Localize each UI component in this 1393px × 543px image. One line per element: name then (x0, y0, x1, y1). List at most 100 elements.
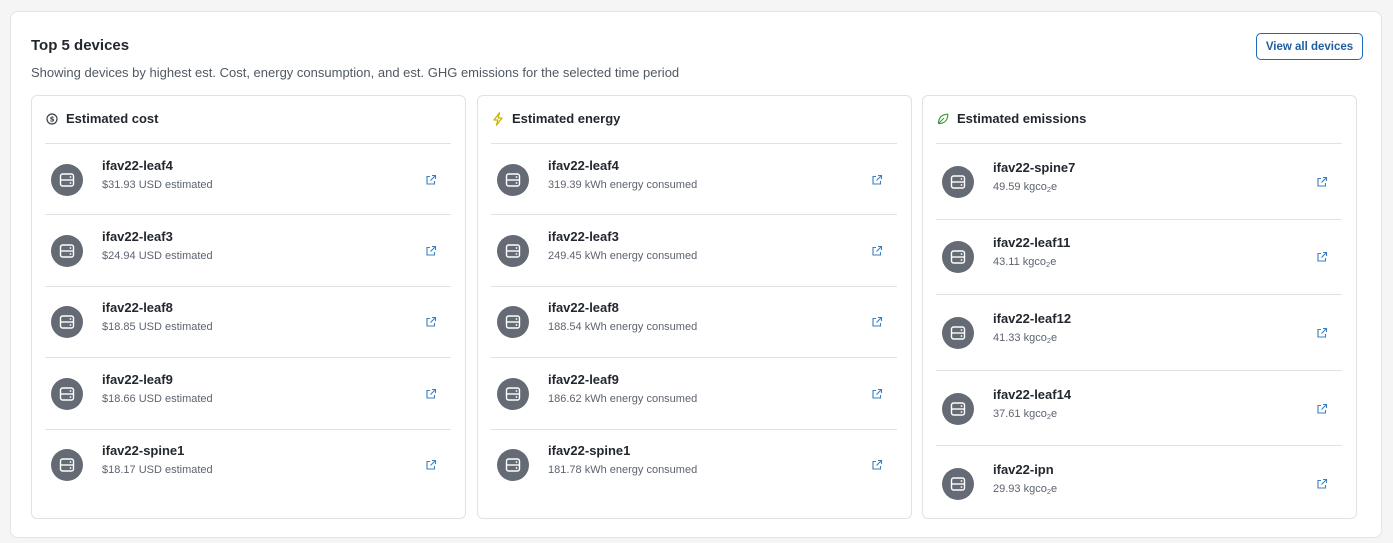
device-metric: $24.94 USD estimated (102, 250, 213, 263)
device-row: ifav22-leaf9 186.62 kWh energy consumed (491, 358, 897, 430)
unit-prefix: kgco (1022, 256, 1047, 269)
device-icon (51, 449, 83, 482)
external-link-icon[interactable] (870, 315, 884, 329)
device-icon (497, 163, 529, 196)
device-name: ifav22-leaf14 (993, 386, 1072, 402)
device-row: ifav22-spine1 181.78 kWh energy consumed (491, 430, 897, 501)
external-link-icon[interactable] (870, 244, 884, 258)
device-row: ifav22-ipn 29.93 kgco2e (936, 446, 1342, 522)
device-row: ifav22-leaf3 $24.94 USD estimated (45, 215, 451, 287)
external-link-icon[interactable] (424, 315, 438, 329)
device-name: ifav22-spine1 (548, 443, 631, 459)
device-row: ifav22-leaf8 188.54 kWh energy consumed (491, 287, 897, 359)
unit-suffix: e (1051, 483, 1058, 496)
device-name: ifav22-ipn (993, 462, 1054, 478)
unit-prefix: kgco (1023, 483, 1047, 496)
device-list: ifav22-leaf4 $31.93 USD estimated ifav22-l… (45, 144, 451, 501)
device-name: ifav22-leaf4 (102, 157, 173, 173)
external-link-icon[interactable] (1315, 326, 1329, 340)
emission-value: 29.93 (993, 483, 1021, 496)
leaf-icon (937, 113, 949, 125)
device-icon (51, 306, 83, 339)
external-link-icon[interactable] (1315, 175, 1329, 189)
device-row: ifav22-leaf14 37.61 kgco2e (936, 371, 1342, 447)
device-name: ifav22-spine1 (102, 443, 185, 459)
device-row: ifav22-leaf11 43.11 kgco2e (936, 220, 1342, 296)
device-row: ifav22-leaf8 $18.85 USD estimated (45, 287, 451, 359)
device-icon (942, 165, 974, 198)
device-name: ifav22-leaf11 (993, 235, 1071, 251)
estimated-cost-panel: $ Estimated cost ifav22-leaf4 $31.93 USD … (31, 95, 466, 519)
panel-title: Estimated emissions (957, 111, 1087, 126)
device-icon (497, 235, 529, 268)
panel-header: $ Estimated cost (46, 111, 158, 126)
device-icon (942, 241, 974, 274)
unit-prefix: kgco (1023, 407, 1047, 420)
external-link-icon[interactable] (424, 173, 438, 187)
unit-suffix: e (1050, 256, 1057, 269)
device-list: ifav22-spine7 49.59 kgco2e ifav22-leaf11 43… (936, 144, 1342, 522)
external-link-icon[interactable] (1315, 250, 1329, 264)
card-title: Top 5 devices (31, 37, 130, 54)
device-row: ifav22-spine1 $18.17 USD estimated (45, 430, 451, 501)
emission-value: 37.61 (993, 407, 1021, 420)
external-link-icon[interactable] (424, 387, 438, 401)
unit-prefix: kgco (1023, 180, 1047, 193)
unit-suffix: e (1051, 180, 1058, 193)
device-icon (497, 306, 529, 339)
emission-value: 43.11 (993, 256, 1020, 269)
device-metric: $18.17 USD estimated (102, 464, 213, 477)
device-name: ifav22-leaf4 (548, 157, 619, 173)
emission-value: 49.59 (993, 180, 1021, 193)
device-row: ifav22-spine7 49.59 kgco2e (936, 144, 1342, 220)
device-icon (942, 392, 974, 425)
device-metric: 319.39 kWh energy consumed (548, 178, 698, 191)
dollar-circle-icon: $ (46, 112, 58, 125)
external-link-icon[interactable] (1315, 477, 1329, 491)
panel-title: Estimated cost (66, 111, 159, 126)
external-link-icon[interactable] (870, 458, 884, 472)
device-metric: 43.11 kgco2e (993, 256, 1056, 269)
device-metric: 49.59 kgco2e (993, 181, 1057, 194)
device-name: ifav22-leaf8 (548, 300, 619, 316)
panel-title: Estimated energy (512, 111, 621, 126)
external-link-icon[interactable] (424, 458, 438, 472)
external-link-icon[interactable] (870, 173, 884, 187)
device-metric: 37.61 kgco2e (993, 408, 1057, 421)
device-metric: 29.93 kgco2e (993, 483, 1057, 496)
device-icon (51, 235, 83, 268)
device-icon (942, 468, 974, 501)
device-name: ifav22-leaf3 (102, 229, 173, 245)
emission-value: 41.33 (993, 331, 1021, 344)
device-row: ifav22-leaf4 319.39 kWh energy consumed (491, 144, 897, 216)
device-name: ifav22-leaf12 (993, 310, 1072, 326)
device-name: ifav22-leaf8 (102, 300, 173, 316)
top-devices-card: Top 5 devices Showing devices by highest… (10, 11, 1382, 538)
device-name: ifav22-leaf9 (548, 371, 619, 387)
device-name: ifav22-spine7 (993, 159, 1076, 175)
external-link-icon[interactable] (870, 387, 884, 401)
device-row: ifav22-leaf3 249.45 kWh energy consumed (491, 215, 897, 287)
device-metric: $18.66 USD estimated (102, 392, 213, 405)
device-name: ifav22-leaf9 (102, 371, 173, 387)
device-icon (497, 449, 529, 482)
device-icon (51, 377, 83, 410)
device-icon (497, 377, 529, 410)
view-all-devices-button[interactable]: View all devices (1256, 33, 1363, 60)
external-link-icon[interactable] (1315, 402, 1329, 416)
device-icon (51, 163, 83, 196)
device-row: ifav22-leaf12 41.33 kgco2e (936, 295, 1342, 371)
device-row: ifav22-leaf9 $18.66 USD estimated (45, 358, 451, 430)
external-link-icon[interactable] (424, 244, 438, 258)
device-metric: 181.78 kWh energy consumed (548, 464, 698, 477)
device-metric: $18.85 USD estimated (102, 321, 213, 334)
unit-suffix: e (1051, 331, 1058, 344)
device-list: ifav22-leaf4 319.39 kWh energy consumed if… (491, 144, 897, 501)
device-metric: 188.54 kWh energy consumed (548, 321, 698, 334)
device-metric: 41.33 kgco2e (993, 332, 1057, 345)
device-name: ifav22-leaf3 (548, 229, 619, 245)
estimated-energy-panel: Estimated energy ifav22-leaf4 319.39 kWh … (477, 95, 912, 519)
panel-header: Estimated energy (492, 111, 620, 126)
panel-header: Estimated emissions (937, 111, 1086, 126)
card-subtitle: Showing devices by highest est. Cost, en… (31, 65, 680, 80)
